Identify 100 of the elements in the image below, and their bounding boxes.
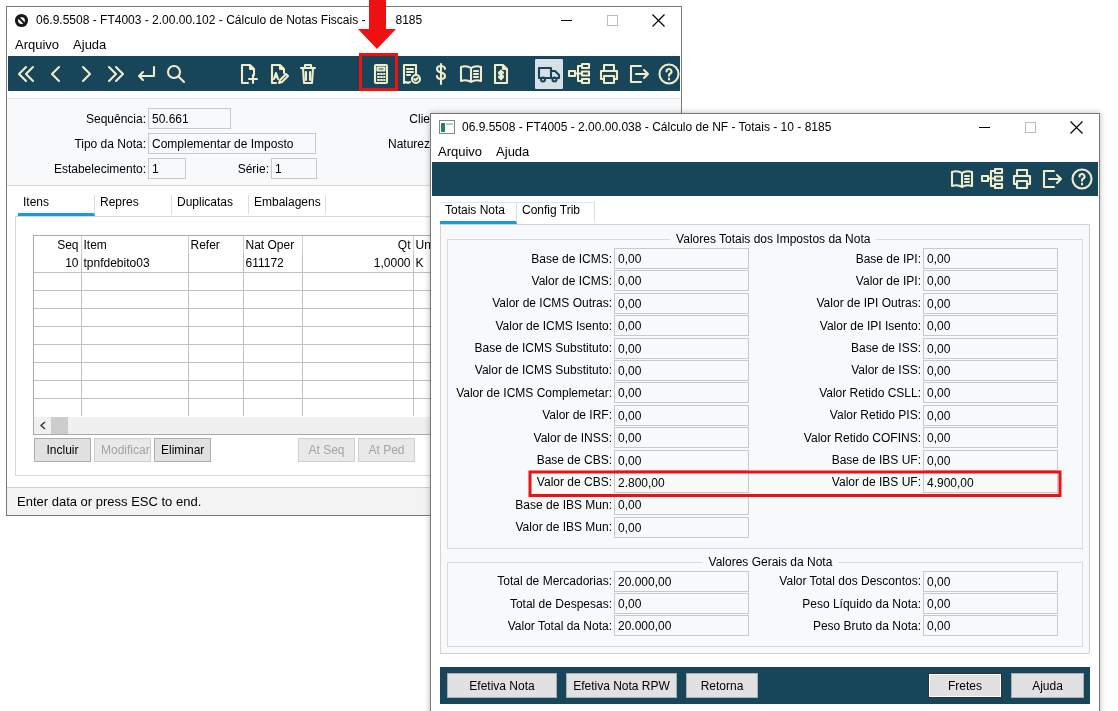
printer-icon (597, 61, 621, 86)
value-field[interactable]: 0,00 (614, 248, 749, 269)
value-field[interactable]: 0,00 (614, 359, 749, 381)
tree-icon (980, 167, 1004, 191)
value-field[interactable]: 0,00 (614, 449, 749, 471)
field-label: Base de IBS UF: (831, 453, 921, 467)
value-field[interactable]: 0,00 (923, 593, 1058, 615)
value-field[interactable]: 0,00 (614, 292, 749, 314)
close-icon[interactable] (651, 13, 665, 27)
field-label: Valor de IPI Outras: (816, 296, 921, 311)
value-field[interactable]: 20.000,00 (614, 570, 749, 592)
tab[interactable]: Totais Nota (440, 202, 517, 224)
group-title: Valores Totais dos Impostos da Nota (670, 232, 877, 246)
value-field[interactable]: 0,00 (614, 593, 749, 615)
action-button[interactable]: Efetiva Nota (447, 673, 557, 698)
action-button[interactable]: Efetiva Nota RPW (566, 673, 677, 698)
value-field[interactable]: 0,00 (923, 248, 1058, 269)
field-label: Total de Despesas: (509, 596, 612, 611)
field-label: Base de CBS: (536, 453, 612, 467)
close-icon[interactable] (1069, 120, 1083, 134)
tab[interactable]: Repres (95, 195, 172, 216)
status-text: Enter data or press ESC to end. (17, 494, 202, 509)
action-button[interactable]: Incluir (34, 438, 91, 462)
chevron-left-icon[interactable] (39, 421, 47, 430)
field-label: Sequência: (84, 112, 146, 126)
field-label: Valor de ICMS Outras: (492, 296, 612, 311)
field-label: Total de Mercadorias: (497, 574, 612, 589)
value-field[interactable]: 0,00 (923, 404, 1058, 426)
value-field[interactable]: 0,00 (614, 270, 749, 292)
field-label: Valor de ICMS Isento: (495, 318, 612, 333)
scroll-thumb[interactable] (51, 417, 68, 434)
value-field[interactable]: 0,00 (923, 359, 1058, 381)
value-field[interactable]: 0,00 (923, 270, 1058, 292)
value-field[interactable]: 0,00 (614, 427, 749, 449)
field-label: Valor Total dos Descontos: (779, 574, 921, 589)
field-label: Valor Retido PIS: (829, 408, 921, 423)
field-label: Valor de IPI: (855, 273, 921, 288)
action-button[interactable]: Fretes (928, 673, 1002, 698)
printer-icon (1010, 167, 1034, 191)
text-field[interactable]: 50.661 (148, 108, 231, 129)
text-field[interactable]: 1 (148, 158, 186, 179)
tab[interactable]: Duplicatas (172, 195, 249, 216)
window-title: 06.9.5508 - FT4005 - 2.00.00.038 - Cálculo de NF - Totais - 10 - 8185 (462, 120, 832, 134)
field-label: Valor de INSS: (533, 430, 612, 445)
field-label: Base de ICMS Substituto: (474, 341, 612, 356)
window-title: 8185 (395, 13, 423, 27)
field-label: Tipo da Nota: (73, 137, 146, 151)
field-label: Base de ICMS: (531, 251, 612, 266)
field-label: Valor de ISS: (851, 363, 921, 378)
menu-item[interactable]: Ajuda (66, 36, 114, 52)
value-field[interactable]: 0,00 (923, 615, 1058, 637)
tab[interactable]: Itens (18, 195, 95, 216)
action-button[interactable]: Retorna (686, 673, 758, 698)
value-field[interactable]: 0,00 (923, 427, 1058, 449)
help-icon (1070, 167, 1094, 191)
table-cell: 611172 (243, 254, 302, 272)
value-field[interactable]: 0,00 (614, 516, 749, 538)
text-field[interactable]: Complementar de Imposto (148, 133, 316, 154)
field-label: Série: (236, 162, 269, 176)
menu-item[interactable]: Arquivo (8, 36, 67, 52)
value-field[interactable]: 0,00 (614, 337, 749, 359)
value-field[interactable]: 0,00 (923, 337, 1058, 359)
value-field[interactable]: 0,00 (614, 382, 749, 404)
field-label: Base de IBS Mun: (515, 497, 612, 512)
field-label: Valor Retido CSLL: (819, 385, 921, 400)
help-icon (657, 61, 681, 86)
table-cell: tpnfdebito03 (81, 254, 188, 272)
column-header: Nat Oper (243, 236, 302, 254)
field-label: Peso Bruto da Nota: (812, 618, 921, 633)
value-field[interactable]: 0,00 (923, 292, 1058, 314)
field-label: Valor Total da Nota: (507, 618, 612, 633)
toolbar-button[interactable] (535, 58, 563, 89)
column-header: Refer (188, 236, 243, 254)
highlight-frame (359, 53, 398, 91)
pointer-arrow (358, 0, 396, 49)
action-button[interactable]: Eliminar (154, 438, 211, 462)
tree-icon (567, 61, 591, 86)
field-label: Valor de CBS: (536, 475, 612, 490)
field-label: Naturez (386, 137, 430, 151)
menu-item[interactable]: Ajuda (489, 143, 537, 159)
app-logo-icon (14, 12, 29, 28)
value-field[interactable]: 0,00 (923, 382, 1058, 404)
field-label: Valor de IPI Isento: (819, 318, 921, 333)
value-field[interactable]: 0,00 (614, 315, 749, 337)
menu-item[interactable]: Arquivo (431, 143, 490, 159)
value-field[interactable]: 0,00 (923, 570, 1058, 592)
text-field[interactable]: 1 (271, 158, 317, 179)
value-field[interactable]: 0,00 (923, 315, 1058, 337)
table-cell: 1,0000 (302, 254, 413, 272)
table-cell: 10 (34, 254, 81, 272)
field-label: Base de IPI: (855, 251, 921, 266)
column-header: Qt (302, 236, 413, 254)
open-book-icon (950, 167, 974, 191)
value-field[interactable]: 20.000,00 (614, 615, 749, 637)
value-field[interactable]: 0,00 (614, 404, 749, 426)
value-field[interactable]: 0,00 (923, 449, 1058, 471)
tab[interactable]: Config Trib (517, 202, 595, 224)
action-button[interactable]: Ajuda (1011, 673, 1084, 698)
tab[interactable]: Embalagens (249, 195, 326, 216)
field-label: Base de ISS: (850, 341, 921, 356)
